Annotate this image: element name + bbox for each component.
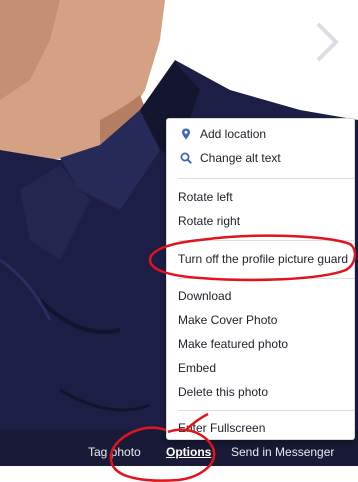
menu-item-make-featured-photo[interactable]: Make featured photo [167, 333, 356, 355]
menu-item-enter-fullscreen[interactable]: Enter Fullscreen [167, 417, 356, 439]
menu-divider [178, 240, 354, 241]
menu-item-label: Turn off the profile picture guard [178, 252, 349, 266]
menu-item-make-cover-photo[interactable]: Make Cover Photo [167, 309, 356, 331]
menu-divider [178, 410, 354, 411]
menu-divider [178, 278, 354, 279]
options-link[interactable]: Options [166, 445, 211, 459]
menu-item-label: Rotate right [178, 214, 241, 228]
photo-action-bar: Tag photo Options Send in Messenger [0, 440, 358, 464]
search-icon [180, 152, 192, 164]
menu-item-rotate-left[interactable]: Rotate left [167, 186, 356, 208]
options-menu: Add location Change alt text Rotate left… [166, 118, 355, 440]
menu-item-rotate-right[interactable]: Rotate right [167, 210, 356, 232]
menu-item-embed[interactable]: Embed [167, 357, 356, 379]
menu-item-turn-off-profile-picture-guard[interactable]: Turn off the profile picture guard [167, 248, 356, 270]
menu-item-label: Rotate left [178, 190, 233, 204]
next-photo-button[interactable] [312, 20, 342, 64]
menu-divider [178, 178, 354, 179]
menu-item-label: Make Cover Photo [178, 313, 278, 327]
menu-item-label: Delete this photo [178, 385, 269, 399]
menu-item-change-alt-text[interactable]: Change alt text [167, 147, 356, 169]
location-pin-icon [182, 128, 190, 140]
menu-item-label: Make featured photo [178, 337, 289, 351]
menu-item-delete-this-photo[interactable]: Delete this photo [167, 381, 356, 403]
menu-item-label: Embed [178, 361, 217, 375]
menu-item-download[interactable]: Download [167, 285, 356, 307]
menu-item-label: Change alt text [200, 151, 281, 165]
menu-item-label: Add location [200, 127, 267, 141]
menu-item-label: Enter Fullscreen [178, 421, 266, 435]
menu-item-label: Download [178, 289, 232, 303]
tag-photo-link[interactable]: Tag photo [88, 445, 141, 459]
chevron-right-icon [316, 22, 339, 62]
send-in-messenger-link[interactable]: Send in Messenger [231, 445, 334, 459]
menu-item-add-location[interactable]: Add location [167, 123, 356, 145]
